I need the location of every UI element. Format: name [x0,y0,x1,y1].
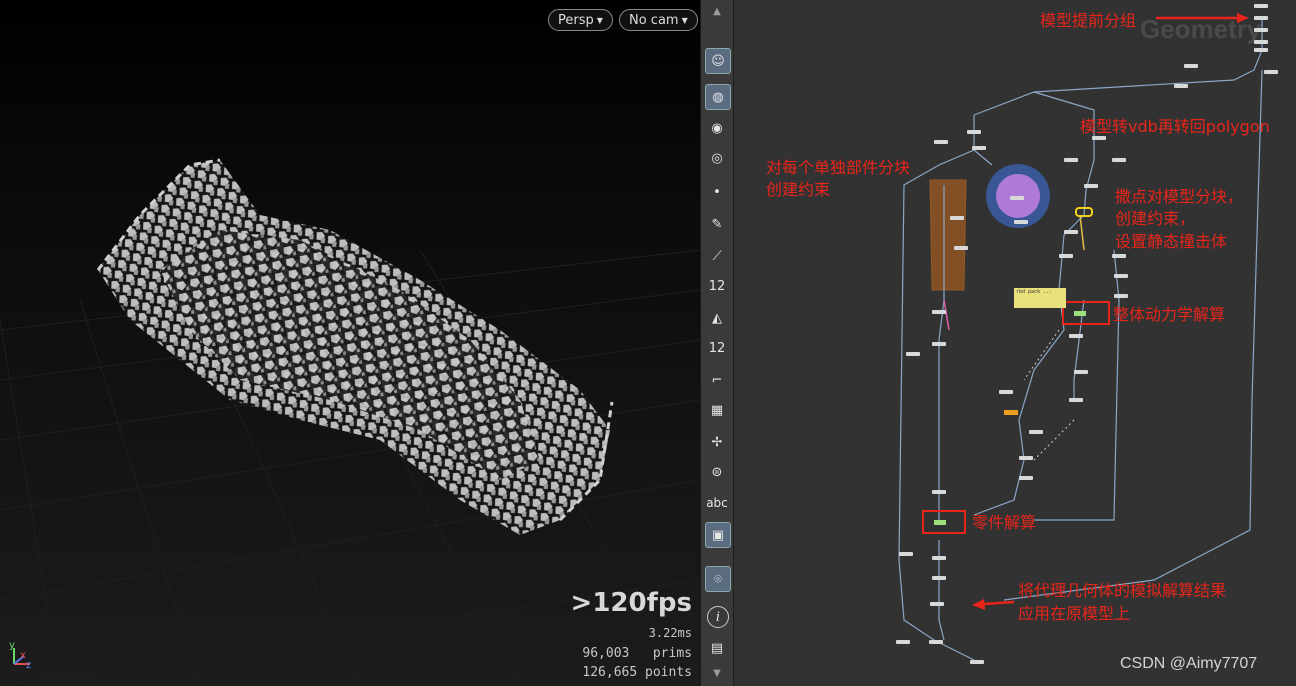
paint-icon[interactable]: ◭ [705,306,729,330]
checker-sphere-icon[interactable]: ◍ [705,84,731,110]
number-icon-label: 12 [708,278,726,294]
annotation-scatter-1: 撒点对模型分块， [1115,187,1244,206]
viewport-canvas[interactable]: y x z [0,0,700,686]
camera-eye-icon[interactable]: ◎ [705,146,729,170]
camera-select-label: No cam [629,13,679,28]
axis-z-label: z [26,660,31,671]
camera-select-menu[interactable]: No cam ▼ [619,9,698,31]
grid-icon[interactable]: ▤ [705,636,729,660]
handle-icon[interactable]: ☺ [705,48,731,74]
rbd-solver-node[interactable] [1074,311,1086,316]
prims-count: 96,003 [582,646,630,661]
scroll-up-icon[interactable]: ▲ [701,6,733,17]
network-editor[interactable]: Geometry rbd pack ... 模型提前分组 模型转vdb再转回po… [734,0,1296,686]
dot-icon[interactable]: • [705,180,729,204]
pin-icon[interactable]: ⟋ [705,244,729,268]
annotation-scatter-3: 设置静态撞击体 [1115,232,1228,251]
annotation-whole-solve: 整体动力学解算 [1113,305,1226,324]
frame-time-readout: 3.22ms [648,626,692,640]
viewport-toolbar: ▲ ☺ ◍ ◉ ◎ • ✎ ⟋ 12 ◭ 12 ⌐ ▦ ✢ ⊜ abc ▣ ⌾ … [700,0,735,686]
annotation-pre-group: 模型提前分组 [1040,11,1137,30]
chevron-down-icon: ▼ [596,16,603,25]
number-paint-label: 12 [708,340,726,356]
sticky-note[interactable]: rbd pack ... [1014,288,1066,308]
circle-slider-icon[interactable]: ⊜ [705,460,729,484]
annotation-vdb-polygon: 模型转vdb再转回polygon [1080,117,1270,136]
points-label: points [645,665,692,680]
points-count: 126,665 [582,665,638,680]
fractured-car-model[interactable] [96,158,614,535]
sop-nodes[interactable] [896,4,1278,664]
annotation-per-part-2: 创建约束 [766,180,831,199]
camera-view-label: Persp [558,13,594,28]
scroll-down-icon[interactable]: ▼ [701,668,733,679]
transform-icon[interactable]: ✢ [705,430,729,454]
number-icon[interactable]: 12 [705,274,729,298]
annotation-scatter-2: 创建约束， [1115,209,1196,228]
annotation-apply-2: 应用在原模型上 [1018,604,1131,623]
network-box[interactable] [929,179,967,291]
map-pin-icon[interactable]: ⌾ [705,566,731,592]
annotation-per-part-1: 对每个单独部件分块 [766,158,911,177]
chevron-down-icon: ▼ [681,16,688,25]
number-paint-icon[interactable]: 12 [705,336,729,360]
credit-watermark: CSDN @Aimy7707 [1120,655,1258,672]
axis-y-label: y [9,640,15,651]
pink-wire [943,299,950,331]
curve-icon[interactable]: ⌐ [705,368,729,392]
brush-icon[interactable]: ✎ [705,212,729,236]
part-solver-node[interactable] [934,520,946,525]
image-icon[interactable]: ▣ [705,522,731,548]
info-icon-label: i [715,609,721,625]
text-icon-label: abc [706,496,728,510]
annotation-part-solve: 零件解算 [972,513,1037,532]
checker-icon[interactable]: ▦ [705,398,729,422]
fps-readout: >120fps [570,588,692,618]
text-icon[interactable]: abc [705,491,729,515]
info-icon[interactable]: i [707,606,729,628]
camera-view-menu[interactable]: Persp ▼ [548,9,613,31]
merge-node-orange[interactable] [1004,410,1018,415]
points-stat: 126,665 points [582,665,692,680]
eye-icon[interactable]: ◉ [705,116,729,140]
prims-stat: 96,003 prims [582,646,692,661]
axis-gnomon: y x z [9,640,31,671]
yellow-wire [1079,214,1085,251]
scene-viewport[interactable]: y x z Persp ▼ No cam ▼ >120fps 3.22ms 96,0… [0,0,700,686]
annotation-apply-1: 将代理几何体的模拟解算结果 [1018,581,1227,600]
prims-label: prims [652,646,692,661]
